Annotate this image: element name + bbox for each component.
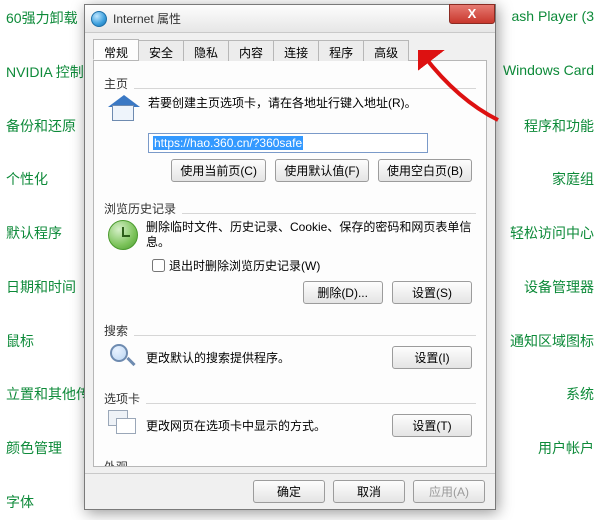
tab-general[interactable]: 常规 [93,39,139,60]
use-current-button[interactable]: 使用当前页(C) [171,159,266,182]
tab-security[interactable]: 安全 [138,40,184,61]
close-button[interactable]: X [449,4,495,24]
search-settings-button[interactable]: 设置(I) [392,346,472,369]
homepage-desc: 若要创建主页选项卡，请在各地址行键入地址(R)。 [148,95,417,127]
history-settings-button[interactable]: 设置(S) [392,281,472,304]
tab-advanced[interactable]: 高级 [363,40,409,61]
history-group-label: 浏览历史记录 [104,202,182,216]
use-default-button[interactable]: 使用默认值(F) [275,159,368,182]
homepage-group: 主页 若要创建主页选项卡，请在各地址行键入地址(R)。 https://hao.… [104,69,476,186]
tab-content[interactable]: 内容 [228,40,274,61]
apply-button[interactable]: 应用(A) [413,480,485,503]
tabs-desc: 更改网页在选项卡中显示的方式。 [146,417,392,434]
tabs-settings-button[interactable]: 设置(T) [392,414,472,437]
search-desc: 更改默认的搜索提供程序。 [146,349,392,366]
use-blank-button[interactable]: 使用空白页(B) [378,159,472,182]
tabs-group: 选项卡 更改网页在选项卡中显示的方式。 设置(T) [104,384,476,444]
clock-icon [108,220,138,250]
titlebar[interactable]: Internet 属性 X [85,5,495,33]
history-group: 浏览历史记录 删除临时文件、历史记录、Cookie、保存的密码和网页表单信息。 … [104,194,476,308]
tabs-group-label: 选项卡 [104,392,146,406]
dialog-title: Internet 属性 [113,10,181,27]
magnifier-icon [108,342,138,372]
appearance-group: 外观 颜色(O) 语言(L) 字体(N) 辅助功能(E) [104,452,476,467]
history-delete-button[interactable]: 删除(D)... [303,281,383,304]
tab-connections[interactable]: 连接 [273,40,319,61]
history-desc: 删除临时文件、历史记录、Cookie、保存的密码和网页表单信息。 [146,220,472,250]
tab-programs[interactable]: 程序 [318,40,364,61]
tab-strip: 常规 安全 隐私 内容 连接 程序 高级 [93,39,487,61]
internet-icon [91,11,107,27]
tab-privacy[interactable]: 隐私 [183,40,229,61]
delete-on-exit-input[interactable] [152,259,165,272]
homepage-url-input[interactable]: https://hao.360.cn/?360safe [148,133,428,153]
ok-button[interactable]: 确定 [253,480,325,503]
appearance-group-label: 外观 [104,460,134,467]
cancel-button[interactable]: 取消 [333,480,405,503]
tabs-icon [108,410,138,440]
home-icon [108,95,140,127]
delete-on-exit-checkbox[interactable]: 退出时删除浏览历史记录(W) [148,256,472,275]
search-group-label: 搜索 [104,324,134,338]
search-group: 搜索 更改默认的搜索提供程序。 设置(I) [104,316,476,376]
dialog-button-bar: 确定 取消 应用(A) [85,473,495,509]
internet-properties-dialog: Internet 属性 X 常规 安全 隐私 内容 连接 程序 高级 主页 若要… [84,4,496,510]
homepage-group-label: 主页 [104,77,134,91]
general-panel: 主页 若要创建主页选项卡，请在各地址行键入地址(R)。 https://hao.… [93,61,487,467]
